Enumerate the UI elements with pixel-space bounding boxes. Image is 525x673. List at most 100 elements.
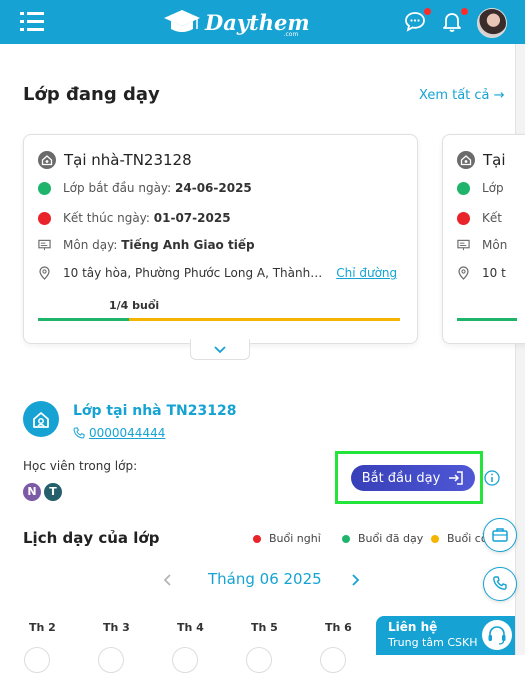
hamburger-icon [20, 12, 44, 31]
notification-button[interactable] [440, 8, 468, 35]
start-date-row: Lớp [457, 181, 504, 195]
student-avatar[interactable]: N [23, 483, 41, 501]
start-date-value: 24-06-2025 [175, 181, 252, 195]
progress-bar [457, 318, 517, 321]
schedule-title: Lịch dạy của lớp [23, 529, 160, 547]
subject-value: Tiếng Anh Giao tiếp [121, 238, 255, 252]
green-dot-icon [342, 534, 350, 543]
briefcase-icon [492, 528, 508, 542]
class-phone[interactable]: 0000044444 [73, 426, 165, 440]
end-date-row: Kết [457, 211, 502, 225]
red-dot-icon [253, 534, 261, 543]
legend-item: Buổi nghỉ [253, 532, 321, 545]
class-card-partial[interactable]: Tại Lớp Kết Môn 10 t [442, 134, 525, 344]
contact-title: Liên hệ [388, 620, 438, 634]
card-title: Tại [457, 151, 506, 169]
end-date-label: Kết [482, 211, 502, 225]
progress-bar [38, 318, 400, 321]
legend-label: Buổi nghỉ [269, 532, 321, 545]
address-text: 10 tây hòa, Phường Phước Long A, Thành… [63, 266, 323, 280]
notification-badge [461, 8, 468, 15]
headset-svg [488, 626, 506, 645]
card-title: Tại nhà-TN23128 [38, 151, 192, 169]
calendar-day[interactable] [24, 647, 50, 673]
card-title-text: Tại nhà-TN23128 [64, 151, 192, 169]
section-title: Lớp đang dạy [23, 84, 160, 105]
green-dot-icon [38, 181, 51, 195]
progress-label: 1/4 buổi [109, 299, 160, 312]
legend-label: Buổi đã dạy [358, 532, 424, 545]
class-name[interactable]: Lớp tại nhà TN23128 [73, 403, 236, 419]
contact-support-widget[interactable]: Liên hệ Trung tâm CSKH [376, 616, 515, 655]
start-date-label: Lớp [482, 181, 504, 195]
green-dot-icon [457, 181, 470, 195]
phone-number[interactable]: 0000044444 [89, 426, 165, 440]
start-teaching-label: Bắt đầu dạy [361, 470, 441, 486]
end-date-value: 01-07-2025 [153, 211, 231, 225]
directions-link[interactable]: Chỉ đường [336, 266, 397, 280]
logo-subtext: .com [283, 30, 299, 38]
graduation-cap-icon [164, 10, 200, 32]
weekday-label: Th 2 [29, 621, 56, 634]
start-date-label: Lớp bắt đầu ngày: [63, 181, 172, 195]
students-label: Học viên trong lớp: [23, 459, 138, 473]
contact-subtitle: Trung tâm CSKH [388, 636, 478, 649]
start-teaching-highlight: Bắt đầu dạy [335, 451, 483, 504]
class-card[interactable]: Tại nhà-TN23128 Lớp bắt đầu ngày: 24-06-… [23, 134, 418, 344]
red-dot-icon [457, 211, 470, 225]
end-date-row: Kết thúc ngày: 01-07-2025 [38, 211, 231, 225]
calendar-day[interactable] [320, 647, 346, 673]
phone-icon [493, 576, 507, 590]
logo[interactable]: Daythem .com [162, 6, 310, 38]
home-teach-icon [38, 151, 56, 169]
legend-item: Buổi đã dạy [342, 532, 423, 545]
chevron-left-icon[interactable] [162, 572, 174, 588]
weekday-label: Th 4 [177, 621, 204, 634]
month-label: Tháng 06 2025 [208, 570, 322, 588]
notification-badge [424, 8, 431, 15]
address-text: 10 t [482, 266, 506, 280]
headset-icon [482, 620, 512, 650]
start-date-row: Lớp bắt đầu ngày: 24-06-2025 [38, 181, 252, 195]
chevron-right-icon[interactable] [349, 572, 361, 588]
red-dot-icon [38, 211, 51, 225]
calendar-day[interactable] [246, 647, 272, 673]
address-row: 10 tây hòa, Phường Phước Long A, Thành… … [38, 266, 397, 280]
start-teaching-button[interactable]: Bắt đầu dạy [351, 465, 475, 491]
location-pin-icon [458, 266, 469, 280]
calendar-day[interactable] [172, 647, 198, 673]
location-pin-icon [39, 266, 50, 280]
avatar[interactable] [477, 8, 507, 38]
end-date-label: Kết thúc ngày: [63, 211, 150, 225]
top-header: Daythem .com [0, 0, 525, 44]
weekday-label: Th 5 [251, 621, 278, 634]
class-home-icon [23, 401, 59, 437]
subject-label: Môn [482, 238, 508, 252]
home-teach-icon [457, 151, 475, 169]
briefcase-button[interactable] [483, 518, 517, 552]
call-button[interactable] [483, 567, 517, 601]
info-circle-icon [484, 470, 500, 486]
subject-row: Môn dạy: Tiếng Anh Giao tiếp [38, 238, 255, 252]
expand-card-button[interactable] [190, 339, 250, 360]
info-icon[interactable] [484, 470, 500, 490]
weekday-label: Th 6 [325, 621, 352, 634]
chevron-down-icon [214, 346, 226, 354]
phone-icon [73, 427, 85, 439]
progress-fill [38, 318, 129, 321]
yellow-dot-icon [431, 534, 439, 543]
board-icon [457, 239, 470, 251]
subject-label: Môn dạy: [63, 238, 118, 252]
month-navigator: Tháng 06 2025 [0, 570, 515, 590]
enter-icon [449, 471, 464, 485]
student-avatar[interactable]: T [44, 483, 62, 501]
board-icon [38, 239, 51, 251]
subject-row: Môn [457, 238, 507, 252]
see-all-link[interactable]: Xem tất cả → [419, 88, 505, 103]
home-teach-icon [33, 412, 49, 428]
calendar-day[interactable] [98, 647, 124, 673]
menu-icon[interactable] [20, 11, 44, 33]
card-title-text: Tại [483, 151, 506, 169]
address-row: 10 t [457, 266, 506, 280]
chat-button[interactable] [403, 8, 431, 35]
